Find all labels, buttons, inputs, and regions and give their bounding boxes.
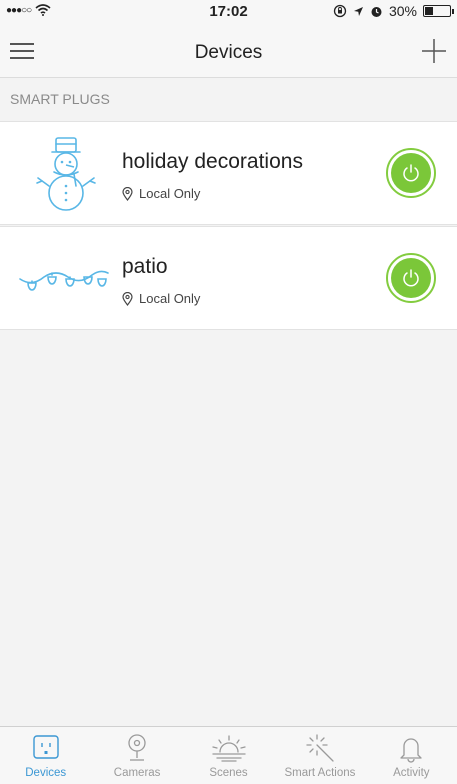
device-location-label: Local Only bbox=[139, 291, 201, 306]
tab-cameras[interactable]: Cameras bbox=[91, 727, 182, 784]
location-pin-icon bbox=[122, 186, 133, 201]
location-arrow-icon bbox=[353, 6, 363, 16]
power-icon bbox=[403, 269, 419, 287]
device-row-holiday-decorations[interactable]: holiday decorations Local Only bbox=[0, 121, 457, 225]
snowman-icon bbox=[36, 137, 96, 211]
battery-percent: 30% bbox=[388, 3, 417, 19]
camera-icon bbox=[128, 734, 146, 761]
nav-bar: Devices bbox=[0, 22, 457, 78]
add-device-icon[interactable] bbox=[421, 38, 447, 64]
battery-icon bbox=[423, 5, 454, 17]
power-icon bbox=[403, 164, 419, 182]
device-name: patio bbox=[122, 255, 168, 278]
battery-fill bbox=[425, 7, 433, 15]
power-toggle-button[interactable] bbox=[386, 148, 436, 198]
section-header: SMART PLUGS bbox=[10, 91, 110, 107]
device-location-label: Local Only bbox=[139, 186, 201, 201]
power-toggle-fill bbox=[391, 153, 431, 193]
power-toggle-button[interactable] bbox=[386, 253, 436, 303]
sunrise-icon bbox=[211, 735, 246, 762]
status-bar: ●●●○○ 17:02 30% bbox=[0, 0, 457, 22]
device-row-patio[interactable]: patio Local Only bbox=[0, 226, 457, 330]
tab-devices[interactable]: Devices bbox=[0, 727, 91, 784]
tab-scenes[interactable]: Scenes bbox=[183, 727, 274, 784]
device-name: holiday decorations bbox=[122, 150, 303, 173]
alarm-icon bbox=[371, 6, 382, 17]
string-lights-icon bbox=[19, 270, 109, 291]
status-right: 30% bbox=[333, 3, 454, 19]
magic-wand-icon bbox=[306, 734, 334, 762]
device-location: Local Only bbox=[122, 186, 200, 201]
tab-label: Smart Actions bbox=[284, 767, 356, 779]
location-pin-icon bbox=[122, 291, 133, 306]
tab-activity[interactable]: Activity bbox=[366, 727, 457, 784]
page-title: Devices bbox=[194, 42, 263, 63]
tab-smart-actions[interactable]: Smart Actions bbox=[274, 727, 365, 784]
device-location: Local Only bbox=[122, 291, 200, 306]
rotation-lock-icon bbox=[333, 4, 347, 18]
tab-bar: Devices Cameras Scenes Smart Actions Act… bbox=[0, 726, 457, 784]
tab-label: Cameras bbox=[113, 767, 161, 779]
tab-label: Activity bbox=[393, 767, 430, 779]
tab-label: Devices bbox=[25, 767, 67, 779]
plug-icon bbox=[33, 735, 59, 759]
bell-icon bbox=[400, 738, 422, 763]
power-toggle-fill bbox=[391, 258, 431, 298]
tab-label: Scenes bbox=[209, 767, 248, 779]
